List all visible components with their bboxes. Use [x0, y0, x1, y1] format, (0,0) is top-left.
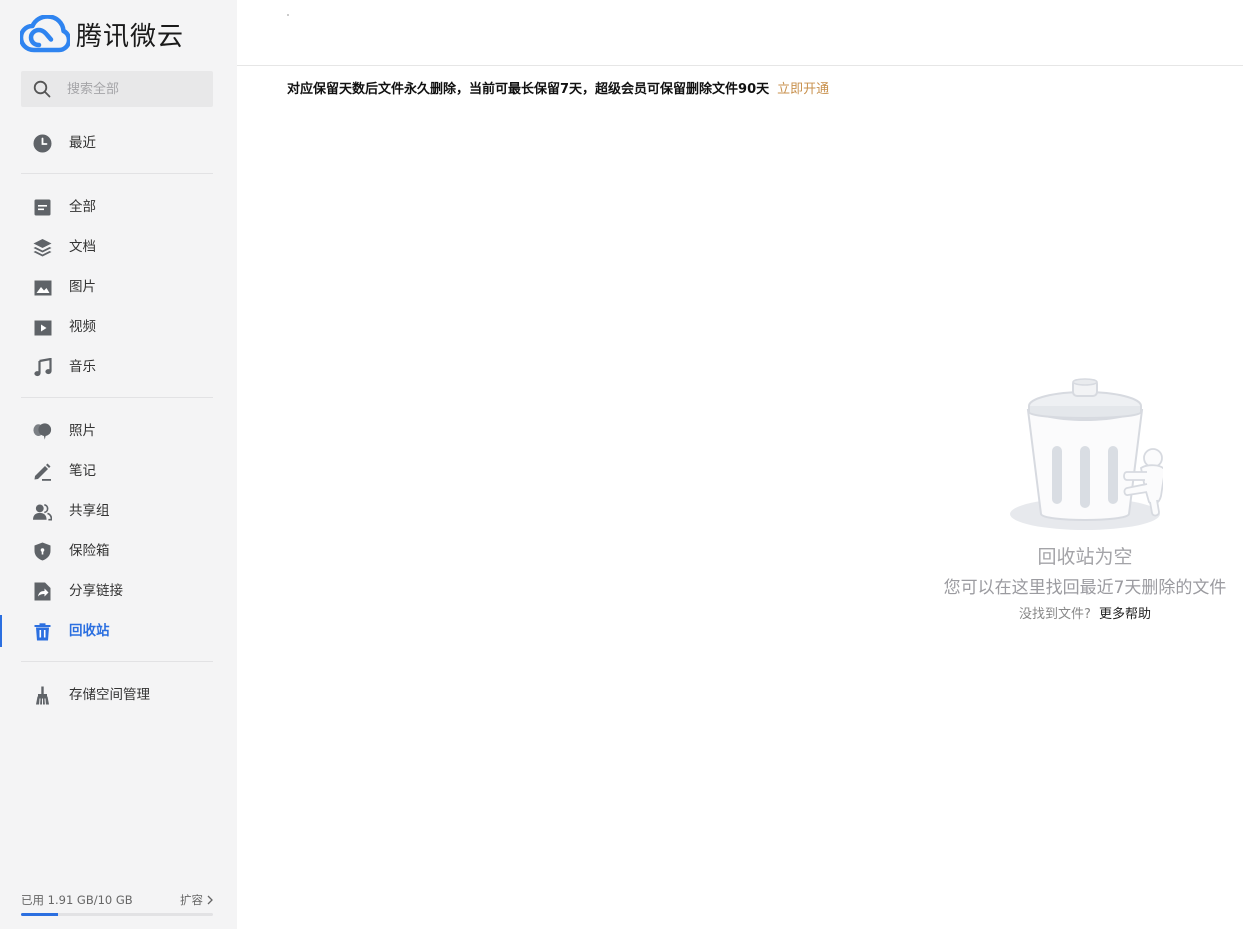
broom-icon — [33, 686, 52, 705]
sidebar-item-storage-manage[interactable]: 存储空间管理 — [0, 675, 237, 715]
top-toolbar — [237, 0, 1243, 66]
balloon-icon — [33, 422, 52, 441]
sidebar-item-notes[interactable]: 笔记 — [0, 451, 237, 491]
sidebar-item-trash[interactable]: 回收站 — [0, 611, 237, 651]
empty-state-help: 没找到文件? 更多帮助 — [927, 606, 1243, 624]
search-icon — [33, 80, 51, 98]
sidebar-item-label: 照片 — [69, 423, 96, 439]
app-logo[interactable]: 腾讯微云 — [20, 14, 184, 54]
shield-icon — [33, 542, 52, 561]
chevron-right-icon — [207, 895, 213, 905]
sidebar-item-label: 图片 — [69, 279, 96, 295]
sidebar-divider — [21, 397, 213, 398]
sidebar-item-label: 共享组 — [69, 503, 110, 519]
file-icon — [33, 198, 52, 217]
sidebar-item-label: 音乐 — [69, 359, 96, 375]
sidebar-item-label: 笔记 — [69, 463, 96, 479]
sidebar-item-label: 分享链接 — [69, 583, 123, 599]
sidebar-divider — [21, 173, 213, 174]
search-input[interactable] — [65, 80, 205, 98]
image-icon — [33, 278, 52, 297]
storage-progress-bar — [21, 913, 213, 916]
app-name: 腾讯微云 — [76, 21, 185, 52]
sidebar-item-label: 最近 — [69, 135, 96, 151]
sidebar-item-videos[interactable]: 视频 — [0, 307, 237, 347]
storage-progress-fill — [21, 913, 58, 916]
search-box[interactable] — [21, 71, 213, 107]
video-icon — [33, 318, 52, 337]
help-question: 没找到文件? — [1019, 607, 1091, 622]
sidebar-item-recent[interactable]: 最近 — [0, 123, 237, 163]
retention-notice-text: 对应保留天数后文件永久删除，当前可最长保留7天，超级会员可保留删除文件90天 — [287, 82, 770, 97]
music-note-icon — [33, 358, 52, 377]
empty-state-description: 您可以在这里找回最近7天删除的文件 — [943, 578, 1227, 598]
sidebar-item-label: 文档 — [69, 239, 96, 255]
sidebar-item-label: 全部 — [69, 199, 96, 215]
users-icon — [33, 502, 52, 521]
toolbar-dot — [287, 14, 289, 16]
more-help-link[interactable]: 更多帮助 — [1099, 607, 1151, 622]
layers-icon — [33, 238, 52, 257]
sidebar-item-label: 存储空间管理 — [69, 687, 150, 703]
sidebar-item-label: 视频 — [69, 319, 96, 335]
main-content: 对应保留天数后文件永久删除，当前可最长保留7天，超级会员可保留删除文件90天 立即… — [237, 0, 1243, 929]
sidebar-item-groups[interactable]: 共享组 — [0, 491, 237, 531]
expand-storage-link[interactable]: 扩容 — [180, 892, 213, 908]
cloud-logo-icon — [20, 15, 70, 53]
activate-now-link[interactable]: 立即开通 — [777, 82, 829, 97]
sidebar-item-share-links[interactable]: 分享链接 — [0, 571, 237, 611]
sidebar-item-music[interactable]: 音乐 — [0, 347, 237, 387]
sidebar-item-photos[interactable]: 照片 — [0, 411, 237, 451]
retention-notice: 对应保留天数后文件永久删除，当前可最长保留7天，超级会员可保留删除文件90天 立即… — [287, 81, 829, 99]
sidebar-item-label: 保险箱 — [69, 543, 110, 559]
empty-trash-illustration-icon — [927, 376, 1243, 532]
pencil-icon — [33, 462, 52, 481]
storage-usage: 已用 1.91 GB/10 GB 扩容 — [21, 892, 213, 916]
sidebar-item-label: 回收站 — [69, 623, 110, 639]
sidebar-item-images[interactable]: 图片 — [0, 267, 237, 307]
empty-state: 回收站为空 您可以在这里找回最近7天删除的文件 没找到文件? 更多帮助 — [927, 376, 1243, 624]
expand-storage-label: 扩容 — [180, 893, 203, 907]
sidebar-item-safe[interactable]: 保险箱 — [0, 531, 237, 571]
trash-icon — [33, 622, 52, 641]
sidebar-divider — [21, 661, 213, 662]
clock-icon — [33, 134, 52, 153]
share-file-icon — [33, 582, 52, 601]
empty-state-title: 回收站为空 — [1037, 546, 1133, 568]
sidebar-item-all[interactable]: 全部 — [0, 187, 237, 227]
sidebar-item-docs[interactable]: 文档 — [0, 227, 237, 267]
storage-used-text: 已用 1.91 GB/10 GB — [21, 893, 133, 907]
sidebar: 腾讯微云 最近 全部 — [0, 0, 237, 929]
